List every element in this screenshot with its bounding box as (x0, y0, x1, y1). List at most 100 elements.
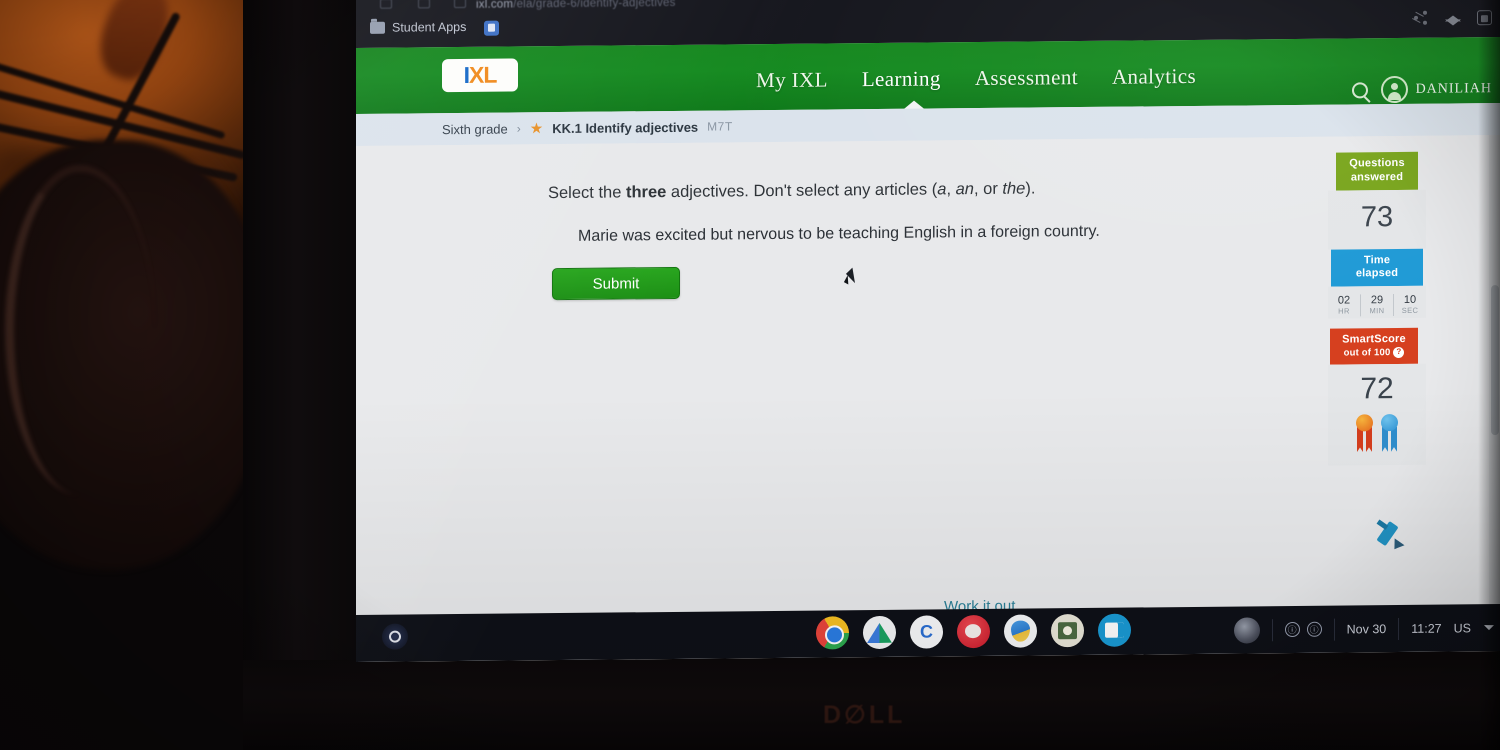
elapsed-timer: 02 HR 29 MIN 10 SEC (1328, 285, 1426, 319)
url-host: ixl.com (476, 0, 514, 11)
blue-document-app-icon[interactable] (1098, 613, 1131, 647)
nav-link-assessment[interactable]: Assessment (975, 65, 1078, 91)
photo-of-monitor-scene: D∅LL ixl.com/ela/grade-6/identify-adject… (0, 0, 1500, 750)
gold-ribbon-icon (1355, 413, 1374, 453)
share-icon[interactable] (1413, 10, 1429, 26)
timer-hours: 02 HR (1330, 294, 1358, 316)
red-circle-app-icon[interactable] (957, 614, 990, 649)
ixl-logo-xl: XL (469, 61, 497, 88)
folder-icon (370, 21, 385, 34)
nav-link-analytics[interactable]: Analytics (1112, 64, 1196, 90)
question-sentence[interactable]: Marie was excited but nervous to be teac… (578, 223, 1100, 246)
pencil-icon[interactable] (1374, 519, 1408, 554)
username-label: DANILIAH (1415, 80, 1492, 97)
user-menu[interactable]: DANILIAH (1380, 75, 1492, 104)
scrollbar-thumb[interactable] (1491, 285, 1499, 436)
smartscore-sub: out of 100 (1343, 346, 1391, 359)
clever-app-icon[interactable] (910, 615, 943, 649)
help-icon[interactable]: ? (1393, 346, 1405, 358)
question-content-area: Select the three adjectives. Don't selec… (356, 135, 1500, 662)
time-elapsed-label-2: elapsed (1355, 267, 1399, 280)
timer-seconds: 10 SEC (1396, 294, 1424, 316)
time-elapsed-label-1: Time (1363, 253, 1391, 266)
url-path: /ela/grade-6/identify-adjectives (513, 0, 676, 11)
monitor-brand-logo: D∅LL (823, 701, 906, 729)
awards-row (1328, 409, 1426, 466)
browser-action-icons (1413, 9, 1492, 26)
timer-minutes-value: 29 (1370, 294, 1384, 307)
tray-locale[interactable]: US (1454, 621, 1471, 635)
nav-link-my-ixl[interactable]: My IXL (756, 67, 828, 93)
timer-seconds-label: SEC (1401, 305, 1419, 315)
breadcrumb-skill: KK.1 Identify adjectives (552, 119, 699, 136)
timer-minutes-label: MIN (1369, 306, 1385, 316)
smartscore-label: SmartScore (1342, 332, 1406, 346)
shelf-app-list (816, 613, 1131, 650)
breadcrumb-grade[interactable]: Sixth grade (442, 121, 508, 137)
prompt-or: , or (973, 179, 1003, 199)
questions-answered-label-1: Questions (1349, 156, 1405, 170)
prompt-mid: adjectives. Don't select any articles ( (666, 180, 938, 202)
user-avatar[interactable] (1233, 616, 1260, 644)
submit-button[interactable]: Submit (552, 266, 680, 301)
tray-icon-1[interactable]: ⓘ (1284, 621, 1300, 638)
chevron-down-icon[interactable] (1484, 625, 1494, 631)
ixl-logo[interactable]: I XL (442, 58, 518, 93)
bookmark-student-apps[interactable]: Student Apps (370, 20, 466, 35)
bookmark-label: Student Apps (392, 19, 467, 35)
tray-time[interactable]: 11:27 (1411, 621, 1441, 635)
monitor-bezel-left (243, 0, 361, 750)
launcher-icon[interactable] (382, 623, 408, 650)
tray-status-icons: ⓘ ⓘ (1284, 621, 1322, 638)
chromeos-shelf: ⓘ ⓘ Nov 30 11:27 US (356, 604, 1500, 662)
nav-links: My IXL Learning Assessment Analytics (756, 64, 1196, 93)
avatar (1380, 75, 1408, 104)
smartscore-badge: SmartScore out of 100? (1330, 327, 1418, 365)
timer-divider (1360, 294, 1361, 317)
map-pin-app-icon[interactable] (1004, 614, 1037, 648)
prompt-pre: Select the (548, 183, 626, 203)
mouse-cursor (843, 275, 853, 285)
prompt-count: three (625, 183, 667, 202)
scrollbar-track[interactable] (1489, 135, 1500, 652)
tray-date[interactable]: Nov 30 (1347, 622, 1387, 636)
article-an: an (955, 180, 974, 199)
nav-link-learning[interactable]: Learning (862, 66, 941, 92)
monitor-bezel-bottom: D∅LL (243, 660, 1500, 750)
favorite-star-icon[interactable]: ★ (530, 120, 543, 137)
question-prompt: Select the three adjectives. Don't selec… (548, 179, 1035, 203)
star-icon[interactable] (1445, 15, 1461, 22)
breadcrumb-separator: › (516, 121, 521, 136)
prompt-end: ). (1025, 179, 1036, 198)
breadcrumb: Sixth grade › ★ KK.1 Identify adjectives… (442, 119, 733, 137)
timer-hours-label: HR (1338, 306, 1350, 316)
monitor-screen: ixl.com/ela/grade-6/identify-adjectives … (356, 0, 1500, 662)
questions-answered-label-2: answered (1350, 170, 1404, 184)
tray-icon-2[interactable]: ⓘ (1306, 621, 1322, 637)
prompt-comma: , (946, 180, 956, 199)
timer-hours-value: 02 (1337, 294, 1351, 307)
questions-answered-value: 73 (1328, 189, 1426, 250)
timer-divider-2 (1393, 294, 1394, 317)
timer-minutes: 29 MIN (1363, 294, 1391, 316)
blue-ribbon-icon (1380, 413, 1399, 453)
google-classroom-app-icon[interactable] (1051, 614, 1084, 648)
timer-seconds-value: 10 (1403, 293, 1417, 306)
system-tray[interactable]: ⓘ ⓘ Nov 30 11:27 US (1233, 604, 1494, 653)
tray-icon-1-glyph: ⓘ (1287, 624, 1297, 636)
smartscore-sub-wrap: out of 100? (1332, 346, 1416, 360)
profile-icon[interactable] (1477, 9, 1492, 25)
questions-answered-badge: Questions answered (1336, 151, 1418, 191)
bookmark-app-icon[interactable] (484, 20, 499, 36)
score-panel: Questions answered 73 Time elapsed 02 HR… (1328, 151, 1426, 466)
tray-icon-2-glyph: ⓘ (1309, 624, 1319, 635)
headphone-rim (5, 165, 155, 495)
chrome-app-icon[interactable] (816, 616, 849, 650)
google-drive-app-icon[interactable] (863, 615, 896, 650)
address-bar[interactable]: ixl.com/ela/grade-6/identify-adjectives (380, 0, 676, 11)
skill-code: M7T (707, 119, 733, 134)
ixl-header-nav: I XL My IXL Learning Assessment Analytics… (356, 37, 1500, 114)
search-icon[interactable] (1352, 82, 1368, 99)
time-elapsed-badge: Time elapsed (1331, 248, 1423, 287)
article-the: the (1002, 179, 1026, 198)
